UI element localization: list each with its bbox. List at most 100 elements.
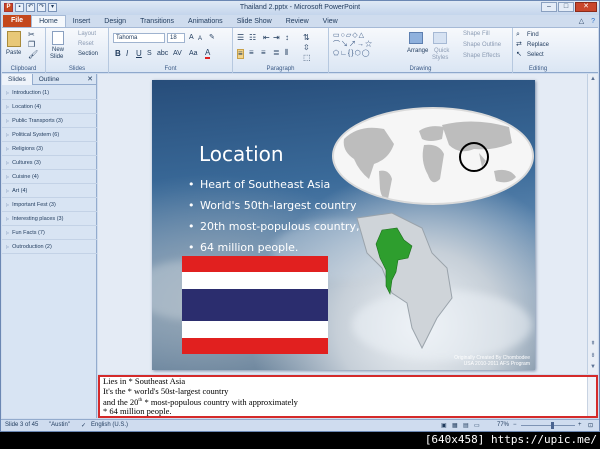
- new-slide-label-2[interactable]: Slide: [50, 54, 63, 60]
- notes-scrollbar[interactable]: [587, 377, 596, 416]
- quick-styles-button-2[interactable]: Styles: [432, 55, 448, 61]
- slide-title[interactable]: Location: [199, 142, 284, 166]
- spellcheck-icon[interactable]: ✓: [81, 422, 86, 429]
- change-case-icon[interactable]: Aa: [189, 50, 198, 58]
- find-icon[interactable]: ⌕: [516, 31, 520, 39]
- section-item[interactable]: ▷ Important Fest (3): [2, 198, 97, 212]
- justify-icon[interactable]: ≣: [273, 49, 280, 57]
- close-pane-icon[interactable]: ✕: [87, 75, 93, 83]
- section-item[interactable]: ▷ Interesting places (3): [2, 212, 97, 226]
- smartart-icon[interactable]: ⬚: [303, 54, 311, 62]
- section-item[interactable]: ▷ Cuisine (4): [2, 170, 97, 184]
- tab-view[interactable]: View: [316, 16, 345, 27]
- paste-icon[interactable]: [7, 31, 21, 47]
- arrange-button[interactable]: Arrange: [407, 48, 428, 54]
- font-size-dropdown[interactable]: 18: [167, 33, 185, 43]
- zoom-in-icon[interactable]: +: [578, 422, 582, 428]
- reset-button[interactable]: Reset: [78, 41, 94, 47]
- section-item[interactable]: ▷ Religions (3): [2, 142, 97, 156]
- shape-outline-button[interactable]: Shape Outline: [463, 42, 501, 48]
- close-button[interactable]: ✕: [575, 2, 597, 12]
- line-spacing-icon[interactable]: ↕: [285, 34, 289, 42]
- replace-button[interactable]: Replace: [527, 42, 549, 48]
- quick-styles-button[interactable]: Quick: [434, 48, 449, 54]
- section-item[interactable]: ▷ Fun Facts (7): [2, 226, 97, 240]
- next-slide-icon[interactable]: ⇟: [589, 352, 597, 360]
- grow-font-icon[interactable]: A: [189, 34, 194, 42]
- character-spacing-icon[interactable]: AV: [173, 50, 182, 58]
- shadow-icon[interactable]: abc: [157, 50, 168, 58]
- underline-icon[interactable]: U: [136, 50, 142, 58]
- shape-fill-button[interactable]: Shape Fill: [463, 31, 490, 37]
- clear-formatting-icon[interactable]: ✎: [209, 34, 215, 42]
- zoom-slider-thumb[interactable]: [551, 422, 554, 429]
- tab-home[interactable]: Home: [31, 15, 66, 27]
- italic-icon[interactable]: I: [126, 50, 128, 58]
- collapse-triangle-icon[interactable]: ▷: [6, 174, 9, 179]
- world-map-image[interactable]: [332, 107, 534, 205]
- normal-view-icon[interactable]: ▣: [441, 422, 447, 429]
- collapse-triangle-icon[interactable]: ▷: [6, 118, 9, 123]
- collapse-triangle-icon[interactable]: ▷: [6, 244, 9, 249]
- columns-icon[interactable]: ⫴: [285, 49, 288, 57]
- text-direction-icon[interactable]: ⇅: [303, 34, 310, 42]
- collapse-triangle-icon[interactable]: ▷: [6, 230, 9, 235]
- collapse-triangle-icon[interactable]: ▷: [6, 202, 9, 207]
- find-button[interactable]: Find: [527, 32, 539, 38]
- tab-slides[interactable]: Slides: [2, 74, 33, 85]
- section-item[interactable]: ▷ Introduction (1): [2, 86, 97, 100]
- layout-button[interactable]: Layout: [78, 31, 96, 37]
- tab-slide-show[interactable]: Slide Show: [230, 16, 279, 27]
- collapse-triangle-icon[interactable]: ▷: [6, 160, 9, 165]
- slide-vertical-scrollbar[interactable]: ▲ ⇞ ⇟ ▼: [587, 74, 597, 374]
- increase-indent-icon[interactable]: ⇥: [273, 34, 280, 42]
- font-name-dropdown[interactable]: Tahoma: [113, 33, 165, 43]
- scroll-up-icon[interactable]: ▲: [589, 75, 597, 83]
- theme-name[interactable]: "Austin": [49, 422, 70, 428]
- previous-slide-icon[interactable]: ⇞: [589, 340, 597, 348]
- bullets-icon[interactable]: ☰: [237, 34, 244, 42]
- section-item[interactable]: ▷ Public Transports (3): [2, 114, 97, 128]
- slide-show-icon[interactable]: ▭: [474, 422, 480, 429]
- decrease-indent-icon[interactable]: ⇤: [263, 34, 270, 42]
- section-item[interactable]: ▷ Outroduction (2): [2, 240, 97, 254]
- collapse-triangle-icon[interactable]: ▷: [6, 188, 9, 193]
- fit-to-window-icon[interactable]: ⊡: [588, 422, 593, 429]
- tab-outline[interactable]: Outline: [33, 74, 66, 85]
- scroll-down-icon[interactable]: ▼: [589, 363, 597, 371]
- align-text-icon[interactable]: ⇳: [303, 44, 310, 52]
- new-slide-icon[interactable]: [52, 31, 64, 45]
- tab-transitions[interactable]: Transitions: [133, 16, 181, 27]
- minimize-button[interactable]: –: [541, 2, 557, 12]
- collapse-triangle-icon[interactable]: ▷: [6, 104, 9, 109]
- section-item[interactable]: ▷ Location (4): [2, 100, 97, 114]
- select-button[interactable]: Select: [527, 52, 544, 58]
- paste-button[interactable]: Paste: [6, 50, 21, 56]
- reading-view-icon[interactable]: ▤: [463, 422, 469, 429]
- help-icon[interactable]: ?: [587, 16, 599, 27]
- arrange-icon[interactable]: [409, 32, 423, 44]
- copy-icon[interactable]: ❐: [28, 41, 35, 49]
- cut-icon[interactable]: ✂: [28, 31, 35, 39]
- tab-animations[interactable]: Animations: [181, 16, 230, 27]
- zoom-out-icon[interactable]: −: [513, 422, 517, 428]
- section-item[interactable]: ▷ Cultures (3): [2, 156, 97, 170]
- maximize-button[interactable]: □: [558, 2, 574, 12]
- replace-icon[interactable]: ⇄: [516, 41, 522, 49]
- section-button[interactable]: Section: [78, 51, 98, 57]
- select-icon[interactable]: ↖: [516, 51, 522, 59]
- bold-icon[interactable]: B: [115, 50, 121, 58]
- align-right-icon[interactable]: ≡: [261, 49, 266, 57]
- minimize-ribbon-icon[interactable]: △: [576, 16, 587, 27]
- shapes-gallery[interactable]: ▭○▱◇△ ⌒↘↗→☆ ⬠∟{}⬡◯: [333, 31, 403, 58]
- collapse-triangle-icon[interactable]: ▷: [6, 132, 9, 137]
- align-center-icon[interactable]: ≡: [249, 49, 254, 57]
- tab-design[interactable]: Design: [97, 16, 133, 27]
- numbering-icon[interactable]: ☷: [249, 34, 256, 42]
- tab-review[interactable]: Review: [279, 16, 316, 27]
- thailand-flag-image[interactable]: [182, 256, 328, 354]
- section-item[interactable]: ▷ Political System (6): [2, 128, 97, 142]
- slide-bullet-list[interactable]: • Heart of Southeast Asia • World's 50th-l…: [188, 178, 359, 262]
- shrink-font-icon[interactable]: A: [198, 35, 202, 43]
- section-item[interactable]: ▷ Art (4): [2, 184, 97, 198]
